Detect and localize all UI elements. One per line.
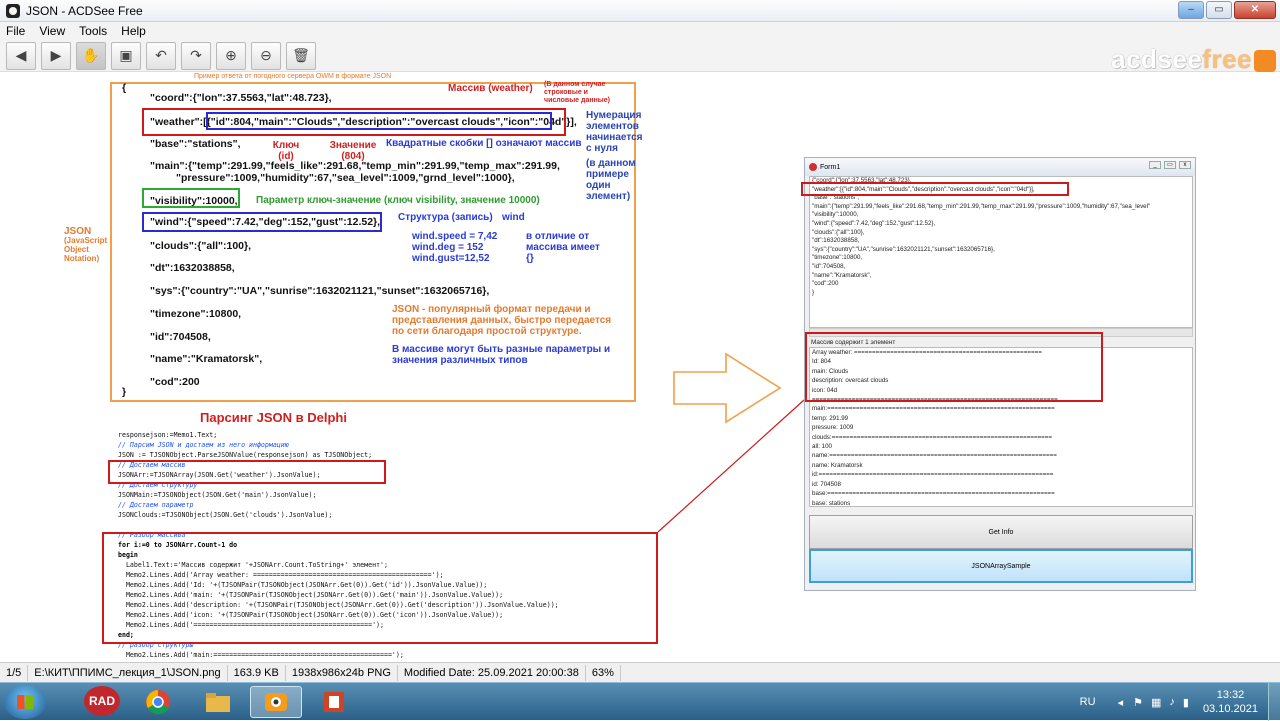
- form1-titlebar: Form1 _ ▭ x: [805, 158, 1195, 176]
- memo1-line: "main":{"temp":291.99,"feels_like":291.6…: [812, 202, 1151, 210]
- form-weather-red-box: [801, 182, 1069, 196]
- clock[interactable]: 13:32 03.10.2021: [1193, 688, 1268, 716]
- memo1-line: "clouds":{"all":100},: [812, 228, 865, 236]
- wifi-icon[interactable]: ▮: [1179, 696, 1193, 709]
- previous-image-button[interactable]: ◀: [6, 41, 36, 70]
- rotate-left-button[interactable]: ↶: [146, 41, 176, 70]
- image-index: 1/5: [0, 664, 29, 681]
- memo1-line: "timezone":10800,: [812, 254, 863, 262]
- arrow-left-icon: ◀: [15, 47, 27, 63]
- form1-minimize-icon: _: [1149, 161, 1161, 169]
- title-bar: JSON - ACDSee Free – ▭ ✕: [0, 0, 1280, 22]
- connector-line: [657, 399, 805, 533]
- show-desktop-button[interactable]: [1268, 683, 1280, 721]
- close-button[interactable]: ✕: [1234, 1, 1276, 19]
- zoom-in-icon: ⊕: [225, 47, 237, 63]
- form1-close-icon: x: [1179, 161, 1191, 169]
- maximize-button[interactable]: ▭: [1206, 1, 1232, 19]
- pan-tool-button[interactable]: ✋: [76, 41, 106, 70]
- memo2-line: clouds:=================================…: [812, 433, 1053, 441]
- toolbar: ◀ ▶ ✋ ▣ ↶ ↷ ⊕ ⊖ 🗑: [0, 40, 1280, 72]
- clock-time: 13:32: [1216, 689, 1245, 701]
- form1-window: Form1 _ ▭ x {"coord":{"lon":37.5563,"lat…: [801, 157, 1196, 591]
- flag-icon[interactable]: ⚑: [1129, 696, 1147, 709]
- big-arrow-right: [673, 352, 782, 424]
- form1-icon: [809, 163, 817, 171]
- form-array-red-box: [805, 332, 1103, 402]
- chrome-taskbar-icon[interactable]: [132, 686, 184, 718]
- status-bar: 1/5 E:\КИТ\ППИМС_лекция_1\JSON.png 163.9…: [0, 662, 1280, 682]
- select-tool-button[interactable]: ▣: [111, 41, 141, 70]
- memo1-line: "visibility":10000,: [812, 211, 859, 219]
- slide-image: Пример ответа от погодного сервера OWM в…: [64, 72, 1220, 662]
- file-path: E:\КИТ\ППИМС_лекция_1\JSON.png: [28, 664, 228, 681]
- hand-icon: ✋: [82, 47, 100, 63]
- memo2-line: base: stations: [812, 499, 851, 507]
- memo1-line: "wind":{"speed":7.42,"deg":152,"gust":12…: [812, 219, 936, 227]
- memo1-line: "dt":1632038858,: [812, 237, 860, 245]
- select-icon: ▣: [119, 47, 133, 63]
- memo1-line: "name":"Kramatorsk",: [812, 271, 872, 279]
- menu-file[interactable]: File: [6, 24, 25, 38]
- memo2-line: pressure: 1009: [812, 424, 854, 432]
- window-title: JSON - ACDSee Free: [26, 3, 143, 18]
- arrow-right-icon: ▶: [50, 47, 62, 63]
- start-button[interactable]: [4, 685, 46, 719]
- language-indicator[interactable]: RU: [1064, 696, 1112, 708]
- menu-help[interactable]: Help: [121, 24, 146, 38]
- volume-icon[interactable]: ♪: [1165, 696, 1179, 708]
- rotate-right-button[interactable]: ↷: [181, 41, 211, 70]
- acdsee-taskbar-icon[interactable]: [250, 686, 302, 718]
- memo1-line: "id":704508,: [812, 262, 846, 270]
- system-tray: RU ◂ ⚑ ▦ ♪ ▮ 13:32 03.10.2021: [1064, 683, 1280, 721]
- memo1: {"coord":{"lon":37.5563,"lat":48.723}, "w…: [809, 176, 1193, 328]
- explorer-taskbar-icon[interactable]: [192, 686, 244, 718]
- menu-tools[interactable]: Tools: [79, 24, 107, 38]
- memo2-line: main:===================================…: [812, 405, 1055, 413]
- memo2-line: name: Kramatorsk: [812, 461, 863, 469]
- acdsee-logo-icon: [1254, 50, 1276, 73]
- clock-date: 03.10.2021: [1202, 703, 1258, 715]
- delete-button[interactable]: 🗑: [286, 41, 316, 70]
- memo1-line: "cod":200: [812, 280, 839, 288]
- modified-date: Modified Date: 25.09.2021 20:00:38: [398, 664, 586, 681]
- memo2-line: id:=====================================…: [812, 471, 1054, 479]
- memo2-line: temp: 291.99: [812, 414, 849, 422]
- menu-view[interactable]: View: [39, 24, 65, 38]
- rotate-left-icon: ↶: [155, 47, 167, 63]
- image-dimensions: 1938x986x24b PNG: [286, 664, 398, 681]
- rad-studio-taskbar-icon[interactable]: RAD: [84, 686, 120, 716]
- next-image-button[interactable]: ▶: [41, 41, 71, 70]
- memo2-line: id: 704508: [812, 480, 841, 488]
- file-size: 163.9 KB: [228, 664, 286, 681]
- network-icon[interactable]: ▦: [1147, 696, 1165, 709]
- taskbar: RAD RU ◂ ⚑ ▦ ♪ ▮ 13:32 03.10.2021: [0, 682, 1280, 721]
- memo2-line: all: 100: [812, 443, 832, 451]
- image-viewer[interactable]: Пример ответа от погодного сервера OWM в…: [0, 72, 1280, 662]
- memo1-line: "sys":{"country":"UA","sunrise":16320211…: [812, 245, 995, 253]
- get-info-button: Get Info: [809, 515, 1193, 549]
- zoom-level: 63%: [586, 664, 621, 681]
- form1-title: Form1: [820, 163, 841, 171]
- acdsee-app-icon: [6, 3, 20, 18]
- zoom-out-button[interactable]: ⊖: [251, 41, 281, 70]
- json-array-sample-button: JSONArraySample: [809, 549, 1193, 583]
- minimize-button[interactable]: –: [1178, 1, 1204, 19]
- menu-bar: File View Tools Help: [0, 22, 1280, 40]
- memo2-line: name:===================================…: [812, 452, 1057, 460]
- memo1-line: }: [812, 288, 815, 296]
- powerpoint-taskbar-icon[interactable]: [308, 686, 360, 718]
- tray-expand-icon[interactable]: ◂: [1112, 696, 1130, 709]
- zoom-in-button[interactable]: ⊕: [216, 41, 246, 70]
- rotate-right-icon: ↷: [190, 47, 202, 63]
- memo2-line: base:===================================…: [812, 490, 1055, 498]
- trash-icon: 🗑: [292, 47, 310, 63]
- zoom-out-icon: ⊖: [260, 47, 272, 63]
- acdsee-logo: acdseefree: [1111, 44, 1276, 75]
- form1-maximize-icon: ▭: [1164, 161, 1176, 169]
